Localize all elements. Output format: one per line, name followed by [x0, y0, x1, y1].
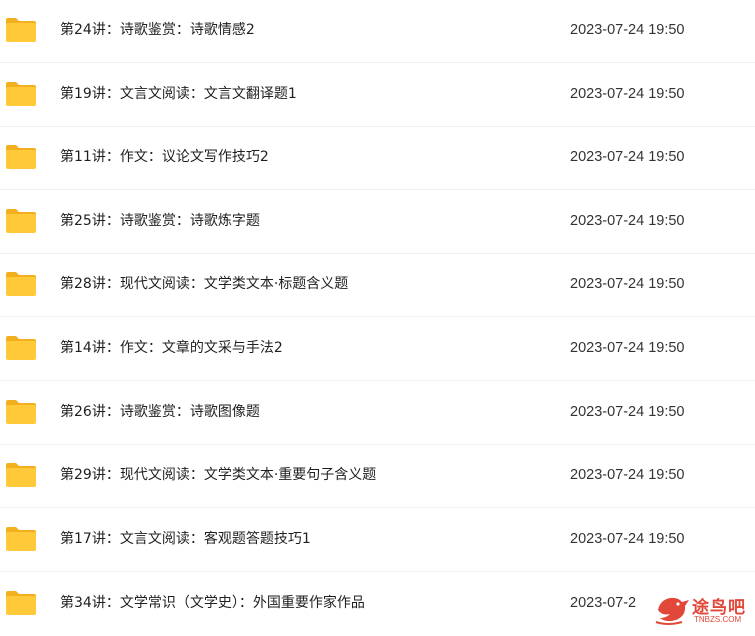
- folder-name: 第14讲：作文：文章的文采与手法2: [60, 340, 283, 356]
- modified-date: 2023-07-24 19:50: [570, 276, 685, 292]
- folder-name: 第34讲：文学常识（文学史）：外国重要作家作品: [60, 595, 365, 611]
- modified-date: 2023-07-24 19:50: [570, 22, 685, 38]
- watermark: 途鸟吧 TNBZS.COM: [652, 590, 752, 628]
- folder-row[interactable]: 第28讲：现代文阅读：文学类文本·标题含义题 2023-07-24 19:50: [0, 254, 755, 317]
- folder-name: 第24讲：诗歌鉴赏：诗歌情感2: [60, 22, 255, 38]
- modified-date: 2023-07-24 19:50: [570, 213, 685, 229]
- bird-logo-icon: [655, 597, 689, 625]
- folder-row[interactable]: 第29讲：现代文阅读：文学类文本·重要句子含义题 2023-07-24 19:5…: [0, 445, 755, 508]
- folder-row[interactable]: 第24讲：诗歌鉴赏：诗歌情感2 2023-07-24 19:50: [0, 0, 755, 63]
- folder-icon: [6, 18, 36, 42]
- folder-name: 第11讲：作文：议论文写作技巧2: [60, 149, 269, 165]
- folder-icon: [6, 336, 36, 360]
- folder-name: 第25讲：诗歌鉴赏：诗歌炼字题: [60, 213, 260, 229]
- folder-row[interactable]: 第26讲：诗歌鉴赏：诗歌图像题 2023-07-24 19:50: [0, 382, 755, 445]
- folder-icon: [6, 400, 36, 424]
- folder-row[interactable]: 第17讲：文言文阅读：客观题答题技巧1 2023-07-24 19:50: [0, 509, 755, 572]
- modified-date: 2023-07-24 19:50: [570, 340, 685, 356]
- folder-row[interactable]: 第34讲：文学常识（文学史）：外国重要作家作品 2023-07-2: [0, 573, 755, 636]
- folder-icon: [6, 591, 36, 615]
- modified-date: 2023-07-24 19:50: [570, 86, 685, 102]
- modified-date: 2023-07-24 19:50: [570, 531, 685, 547]
- folder-name: 第17讲：文言文阅读：客观题答题技巧1: [60, 531, 311, 547]
- folder-row[interactable]: 第14讲：作文：文章的文采与手法2 2023-07-24 19:50: [0, 318, 755, 381]
- folder-icon: [6, 145, 36, 169]
- folder-name: 第19讲：文言文阅读：文言文翻译题1: [60, 86, 297, 102]
- folder-icon: [6, 209, 36, 233]
- folder-icon: [6, 82, 36, 106]
- folder-name: 第28讲：现代文阅读：文学类文本·标题含义题: [60, 276, 349, 292]
- modified-date: 2023-07-24 19:50: [570, 404, 685, 420]
- folder-row[interactable]: 第11讲：作文：议论文写作技巧2 2023-07-24 19:50: [0, 127, 755, 190]
- folder-name: 第29讲：现代文阅读：文学类文本·重要句子含义题: [60, 467, 377, 483]
- folder-icon: [6, 527, 36, 551]
- watermark-subtext: TNBZS.COM: [694, 615, 742, 624]
- folder-icon: [6, 272, 36, 296]
- folder-name: 第26讲：诗歌鉴赏：诗歌图像题: [60, 404, 260, 420]
- modified-date: 2023-07-24 19:50: [570, 149, 685, 165]
- modified-date: 2023-07-24 19:50: [570, 467, 685, 483]
- folder-icon: [6, 463, 36, 487]
- folder-row[interactable]: 第25讲：诗歌鉴赏：诗歌炼字题 2023-07-24 19:50: [0, 191, 755, 254]
- modified-date: 2023-07-2: [570, 595, 637, 611]
- folder-row[interactable]: 第19讲：文言文阅读：文言文翻译题1 2023-07-24 19:50: [0, 64, 755, 127]
